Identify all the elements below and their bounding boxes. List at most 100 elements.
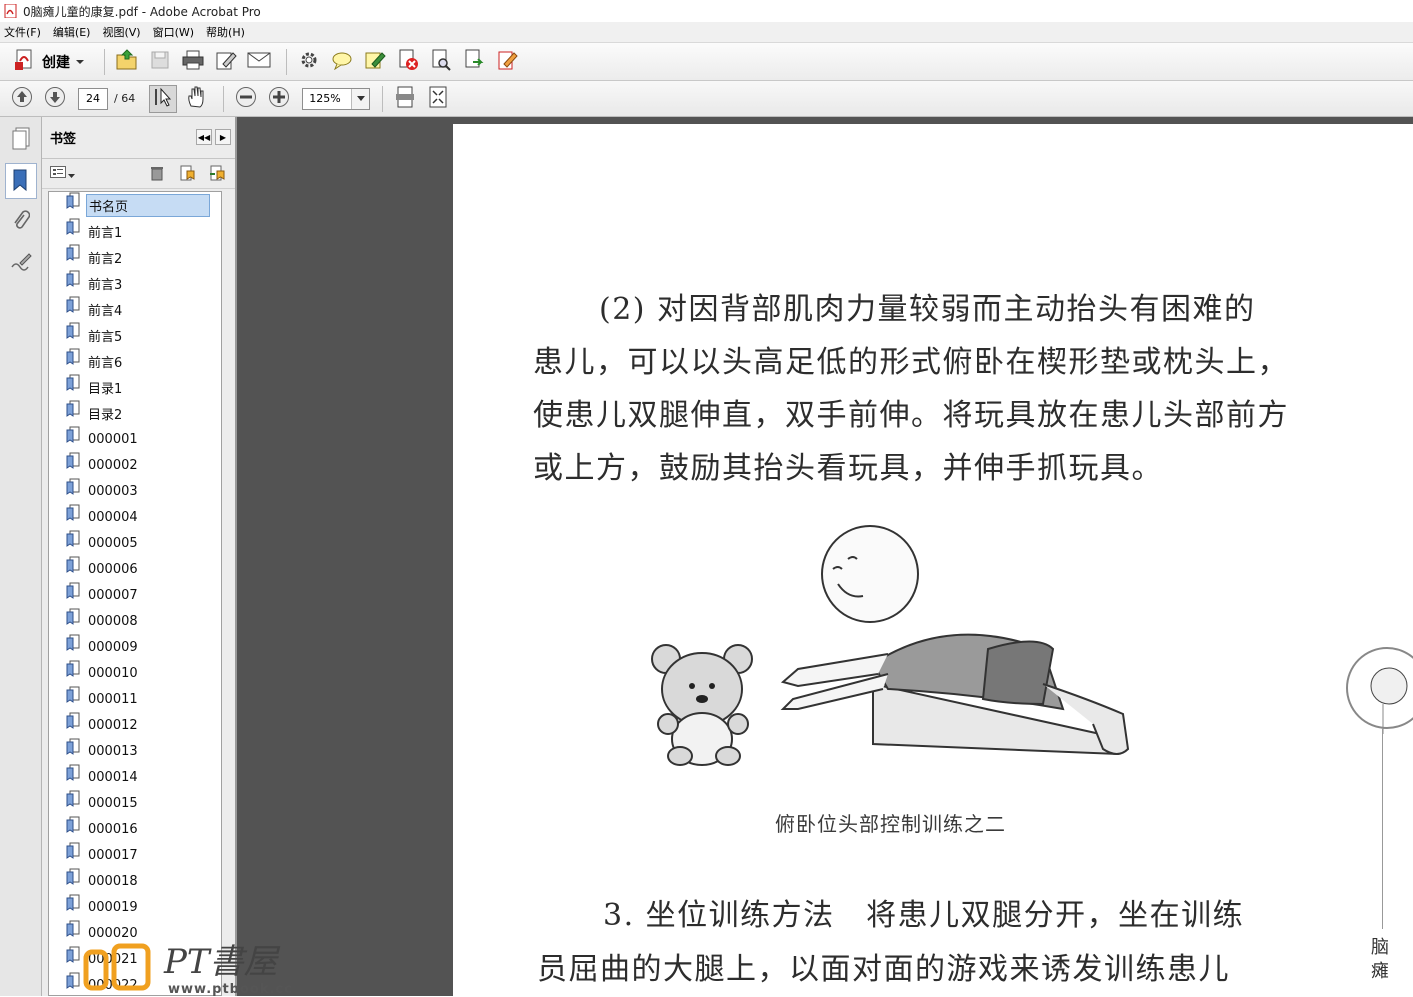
bookmark-item[interactable]: 000014 xyxy=(49,764,221,790)
bookmark-item[interactable]: 前言1 xyxy=(49,218,221,244)
toolbar-divider xyxy=(382,85,384,112)
bookmark-item[interactable]: 000001 xyxy=(49,426,221,452)
bookmark-item[interactable]: 000010 xyxy=(49,660,221,686)
collapse-panel-button[interactable]: ◀◀ xyxy=(196,129,212,145)
bookmark-item[interactable]: 000005 xyxy=(49,530,221,556)
document-canvas[interactable]: (2) 对因背部肌肉力量较弱而主动抬头有困难的 患儿，可以以头高足低的形式俯卧在… xyxy=(237,117,1413,996)
bookmark-item[interactable]: 000012 xyxy=(49,712,221,738)
bookmark-label: 000010 xyxy=(88,665,138,681)
window-title: 0脑瘫儿童的康复.pdf - Adobe Acrobat Pro xyxy=(23,4,261,19)
triangle-right-icon: ▶ xyxy=(219,132,227,142)
sign-pen-icon xyxy=(364,50,386,73)
settings-button[interactable] xyxy=(295,48,323,76)
zoom-select[interactable]: 125% xyxy=(302,87,371,110)
chevron-down-icon[interactable] xyxy=(351,88,370,109)
hand-icon xyxy=(186,86,206,111)
bookmarks-toolbar xyxy=(42,159,235,189)
hand-tool-button[interactable] xyxy=(182,85,210,113)
scroll-mode-button[interactable] xyxy=(391,85,419,113)
bookmark-label: 000012 xyxy=(88,717,138,733)
form-button[interactable] xyxy=(493,48,521,76)
bookmark-item[interactable]: 000006 xyxy=(49,556,221,582)
bookmark-label: 前言2 xyxy=(88,251,123,267)
zoom-value: 125% xyxy=(309,92,341,105)
bookmark-item[interactable]: 000013 xyxy=(49,738,221,764)
bookmark-item[interactable]: 000016 xyxy=(49,816,221,842)
fit-page-button[interactable] xyxy=(424,85,452,113)
open-button[interactable] xyxy=(113,48,141,76)
export-button[interactable] xyxy=(460,48,488,76)
bookmarks-button[interactable] xyxy=(4,163,37,199)
bookmark-item[interactable]: 000019 xyxy=(49,894,221,920)
bookmarks-panel-title: 书签 xyxy=(50,132,77,147)
paragraph-line: 员屈曲的大腿上，以面对面的游戏来诱发训练患儿 xyxy=(537,952,1230,987)
watermark-text: PT書屋 xyxy=(164,942,278,982)
next-page-button[interactable] xyxy=(41,85,69,113)
bookmark-item[interactable]: 000003 xyxy=(49,478,221,504)
new-bookmark-button[interactable] xyxy=(177,165,197,183)
bookmark-page-icon xyxy=(66,816,82,834)
print-button[interactable] xyxy=(179,48,207,76)
bookmark-options-button[interactable] xyxy=(50,166,75,181)
bookmark-item[interactable]: 000011 xyxy=(49,686,221,712)
page-number-input[interactable]: 24 xyxy=(78,87,108,110)
zoom-in-button[interactable] xyxy=(265,85,293,113)
delete-bookmark-button[interactable] xyxy=(147,165,167,183)
bookmark-item[interactable]: 前言2 xyxy=(49,244,221,270)
bookmark-label: 000001 xyxy=(88,431,138,447)
bookmark-item[interactable]: 000007 xyxy=(49,582,221,608)
zoom-out-button[interactable] xyxy=(232,85,260,113)
open-folder-icon xyxy=(115,49,139,74)
previous-page-button[interactable] xyxy=(8,85,36,113)
menu-window[interactable]: 窗口(W) xyxy=(153,24,194,40)
panel-options-button[interactable]: ▶ xyxy=(215,129,231,145)
bookmark-item[interactable]: 书名页 xyxy=(49,192,221,218)
attachments-button[interactable] xyxy=(5,204,37,240)
minus-circle-icon xyxy=(235,86,257,111)
bookmark-item[interactable]: 000015 xyxy=(49,790,221,816)
edit-button[interactable] xyxy=(212,48,240,76)
paperclip-icon xyxy=(12,209,30,236)
document-search-icon xyxy=(430,49,452,74)
select-tool-button[interactable] xyxy=(149,84,178,113)
menu-edit[interactable]: 编辑(E) xyxy=(53,24,91,40)
bookmark-item[interactable]: 前言5 xyxy=(49,322,221,348)
bookmark-item[interactable]: 000004 xyxy=(49,504,221,530)
menu-help[interactable]: 帮助(H) xyxy=(206,24,245,40)
bookmark-item[interactable]: 目录1 xyxy=(49,374,221,400)
save-button[interactable] xyxy=(146,48,174,76)
bookmark-item[interactable]: 前言3 xyxy=(49,270,221,296)
create-label: 创建 xyxy=(42,54,70,71)
side-tab-illustration xyxy=(1337,644,1413,739)
menu-file[interactable]: 文件(F) xyxy=(4,24,41,40)
bookmark-label: 000016 xyxy=(88,821,138,837)
bookmark-item[interactable]: 目录2 xyxy=(49,400,221,426)
expand-bookmark-button[interactable] xyxy=(207,165,227,183)
bookmark-page-icon xyxy=(66,894,82,912)
bookmark-item[interactable]: 000017 xyxy=(49,842,221,868)
menu-view[interactable]: 视图(V) xyxy=(102,24,140,40)
bookmark-page-icon xyxy=(66,296,82,314)
comment-button[interactable] xyxy=(328,48,356,76)
bookmarks-panel: 书签 ◀◀ ▶ 书名页 前言1 前言2 前言3 前言4 前言5 前言6 目录1 目录2 00000… xyxy=(42,117,273,996)
bookmark-item[interactable]: 000009 xyxy=(49,634,221,660)
paragraph-line: 使患儿双腿伸直，双手前伸。将玩具放在患儿头部前方 xyxy=(533,398,1289,433)
bookmark-icon xyxy=(12,168,30,195)
protect-button[interactable] xyxy=(394,48,422,76)
bookmark-page-icon xyxy=(66,400,82,418)
side-tab-label: 脑瘫 xyxy=(1371,937,1389,982)
bookmark-page-icon xyxy=(66,452,82,470)
email-button[interactable] xyxy=(245,48,273,76)
bookmark-item[interactable]: 000002 xyxy=(49,452,221,478)
main-toolbar: 创建 xyxy=(0,43,1413,81)
page-thumbnails-button[interactable] xyxy=(5,122,37,158)
bookmark-item[interactable]: 前言4 xyxy=(49,296,221,322)
bookmark-label: 000006 xyxy=(88,561,138,577)
sign-button[interactable] xyxy=(361,48,389,76)
bookmark-item[interactable]: 000008 xyxy=(49,608,221,634)
create-button[interactable]: 创建 xyxy=(8,48,90,76)
review-button[interactable] xyxy=(427,48,455,76)
signatures-button[interactable] xyxy=(5,245,37,281)
bookmark-item[interactable]: 前言6 xyxy=(49,348,221,374)
bookmark-item[interactable]: 000018 xyxy=(49,868,221,894)
